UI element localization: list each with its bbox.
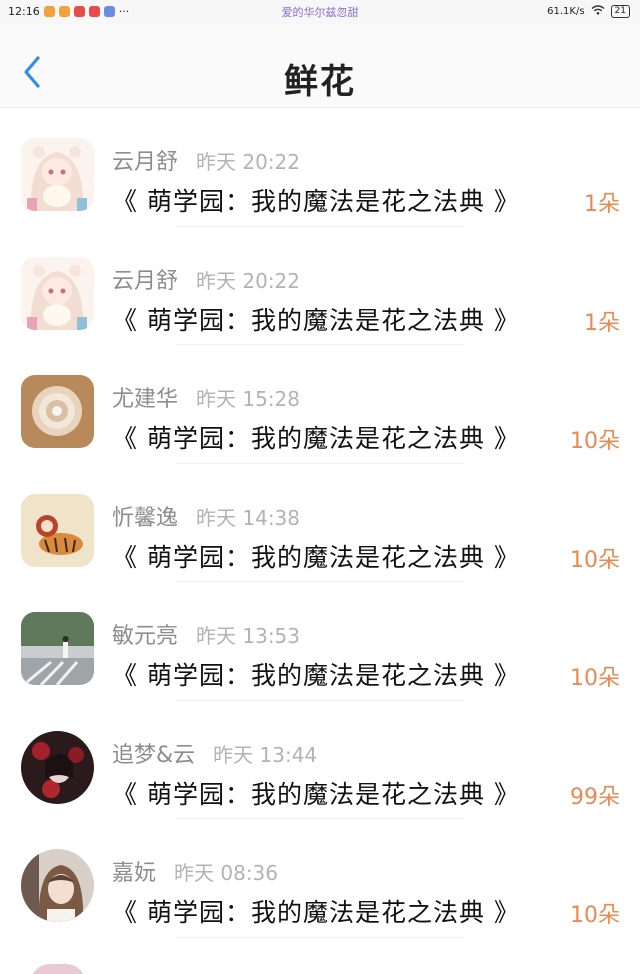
flower-count: 10朵 (570, 903, 620, 928)
flower-count: 10朵 (570, 429, 620, 454)
flower-count: 10朵 (570, 666, 620, 691)
name-line: 云月舒 昨天 20:22 (112, 144, 300, 176)
name-line: 云月舒 昨天 20:22 (112, 263, 300, 295)
user-name: 云月舒 (112, 150, 179, 175)
user-name: 嘉妧 (112, 861, 157, 886)
cartoon-tiger-icon (21, 493, 94, 567)
list-item[interactable]: 嘉妧 昨天 08:36 《 萌学园：我的魔法是花之法典 》 10朵 (0, 819, 640, 938)
book-title: 《 萌学园：我的魔法是花之法典 》 (112, 187, 520, 216)
user-name: 追梦&云 (112, 742, 196, 768)
status-bar: 12:16 ··· 爱的华尔兹忽甜 61.1K/s 21 (0, 0, 640, 24)
flower-count: 10朵 (570, 547, 620, 573)
dark-anime-icon (21, 730, 94, 804)
book-title: 《 萌学园：我的魔法是花之法典 》 (112, 779, 520, 809)
timestamp: 昨天 13:44 (213, 742, 318, 767)
name-line: 尤建华 昨天 15:28 (112, 381, 300, 413)
photo-girl-icon (21, 849, 94, 922)
timestamp: 昨天 13:53 (196, 624, 301, 648)
timestamp: 昨天 20:22 (196, 150, 301, 174)
network-speed: 61.1K/s (547, 6, 585, 17)
flower-count: 99朵 (570, 784, 620, 810)
book-title: 《 萌学园：我的魔法是花之法典 》 (112, 305, 520, 335)
page-title: 鲜花 (284, 62, 356, 102)
avatar[interactable] (21, 730, 94, 804)
battery-icon: 21 (610, 5, 630, 18)
name-line: 追梦&云 昨天 13:44 (112, 737, 317, 769)
avatar[interactable] (21, 256, 94, 330)
avatar[interactable] (21, 612, 94, 685)
avatar[interactable] (21, 493, 94, 567)
crystal-icon (21, 375, 94, 448)
book-title: 《 萌学园：我的魔法是花之法典 》 (112, 542, 520, 572)
user-name: 尤建华 (112, 387, 179, 412)
anime-girl-bear-icon (21, 256, 94, 330)
avatar[interactable] (21, 138, 94, 211)
list-item[interactable]: 云月舒 昨天 20:22 《 萌学园：我的魔法是花之法典 》 1朵 (0, 227, 640, 346)
flower-record-list: 云月舒 昨天 20:22 《 萌学园：我的魔法是花之法典 》 1朵 云月舒 昨天… (0, 108, 640, 938)
street-photo-icon (21, 612, 94, 685)
anime-girl-bear-icon (21, 138, 94, 211)
flower-count: 1朵 (584, 192, 620, 217)
timestamp: 昨天 15:28 (196, 387, 301, 411)
wifi-icon (591, 5, 605, 18)
user-name: 忻馨逸 (112, 505, 179, 531)
status-center-text: 爱的华尔兹忽甜 (281, 6, 359, 19)
list-item[interactable]: 尤建华 昨天 15:28 《 萌学园：我的魔法是花之法典 》 10朵 (0, 345, 640, 464)
avatar[interactable] (30, 964, 86, 974)
book-title: 《 萌学园：我的魔法是花之法典 》 (112, 898, 520, 927)
timestamp: 昨天 14:38 (196, 505, 301, 530)
avatar[interactable] (21, 375, 94, 448)
list-item[interactable]: 追梦&云 昨天 13:44 《 萌学园：我的魔法是花之法典 》 99朵 (0, 701, 640, 820)
name-line: 嘉妧 昨天 08:36 (112, 855, 278, 887)
list-item[interactable]: 敏元亮 昨天 13:53 《 萌学园：我的魔法是花之法典 》 10朵 (0, 582, 640, 701)
name-line: 忻馨逸 昨天 14:38 (112, 500, 300, 532)
status-right: 61.1K/s 21 (547, 5, 630, 18)
book-title: 《 萌学园：我的魔法是花之法典 》 (112, 661, 520, 690)
list-item[interactable]: 云月舒 昨天 20:22 《 萌学园：我的魔法是花之法典 》 1朵 (0, 108, 640, 227)
flower-count: 1朵 (584, 310, 620, 336)
timestamp: 昨天 08:36 (174, 861, 279, 885)
name-line: 敏元亮 昨天 13:53 (112, 618, 300, 650)
user-name: 云月舒 (112, 268, 179, 294)
nav-bar: 鲜花 (0, 24, 640, 108)
user-name: 敏元亮 (112, 624, 179, 649)
list-item[interactable]: 忻馨逸 昨天 14:38 《 萌学园：我的魔法是花之法典 》 10朵 (0, 464, 640, 583)
avatar[interactable] (21, 849, 94, 922)
book-title: 《 萌学园：我的魔法是花之法典 》 (112, 424, 520, 453)
timestamp: 昨天 20:22 (196, 268, 301, 293)
